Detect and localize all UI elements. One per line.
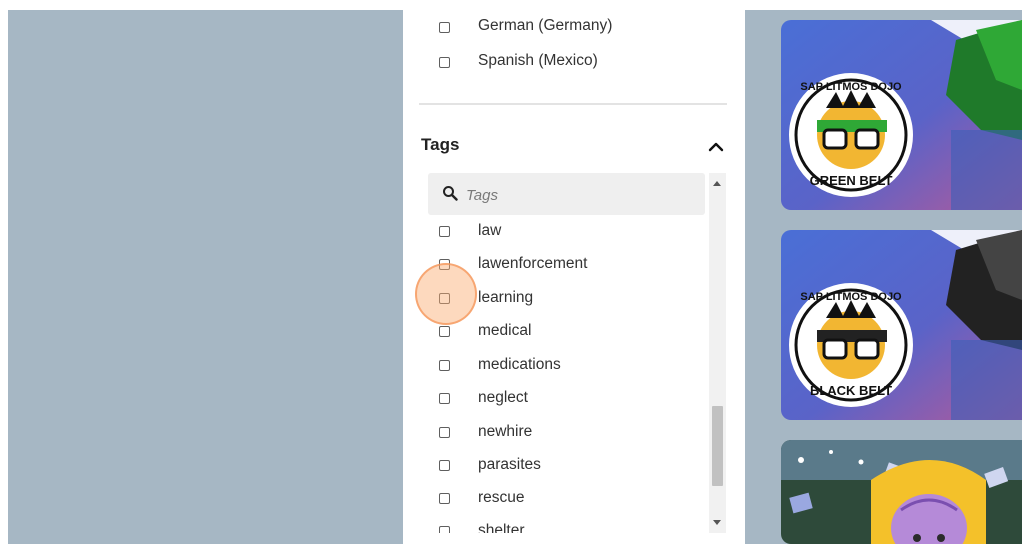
badge-top-text: SAP LITMOS DOJO: [800, 291, 902, 303]
tag-item-newhire[interactable]: newhire: [428, 420, 698, 446]
green-belt-thumbnail: SAP LITMOS DOJO GREEN BELT: [781, 20, 1022, 210]
tags-search-input[interactable]: [464, 183, 698, 207]
badge-bottom-text: BLACK BELT: [810, 383, 892, 398]
tag-item-neglect[interactable]: neglect: [428, 386, 698, 412]
tag-label: shelter: [478, 522, 525, 533]
checkbox-shelter[interactable]: [439, 526, 450, 533]
checkbox-neglect[interactable]: [439, 393, 450, 404]
tags-list: law lawenforcement learning medical medi…: [428, 173, 726, 533]
tags-search-box[interactable]: [428, 173, 705, 215]
tags-section-title: Tags: [421, 135, 460, 154]
checkbox-german[interactable]: [439, 22, 450, 33]
search-icon: [443, 186, 458, 201]
tag-item-medical[interactable]: medical: [428, 319, 698, 345]
tag-label: parasites: [478, 456, 541, 473]
language-label-german: German (Germany): [478, 17, 613, 34]
tag-label: medical: [478, 322, 532, 339]
filter-panel: German (Germany) Spanish (Mexico) Tags l…: [403, 10, 745, 544]
badge-bottom-text: GREEN BELT: [810, 173, 893, 188]
checkbox-medications[interactable]: [439, 360, 450, 371]
tags-scrollbar[interactable]: [709, 173, 726, 533]
tag-item-shelter[interactable]: shelter: [428, 519, 698, 533]
checkbox-spanish[interactable]: [439, 57, 450, 68]
tag-item-learning[interactable]: learning: [428, 286, 698, 312]
background-left: [8, 10, 403, 544]
checkbox-learning[interactable]: [439, 293, 450, 304]
black-belt-thumbnail: SAP LITMOS DOJO BLACK BELT: [781, 230, 1022, 420]
course-thumbnail: [781, 440, 1022, 544]
course-card-black-belt[interactable]: SAP LITMOS DOJO BLACK BELT: [781, 230, 1022, 420]
tag-item-parasites[interactable]: parasites: [428, 453, 698, 479]
tag-item-rescue[interactable]: rescue: [428, 486, 698, 512]
tag-label: rescue: [478, 489, 525, 506]
checkbox-rescue[interactable]: [439, 493, 450, 504]
language-label-spanish: Spanish (Mexico): [478, 52, 598, 69]
tag-item-lawenforcement[interactable]: lawenforcement: [428, 252, 698, 278]
checkbox-lawenforcement[interactable]: [439, 259, 450, 270]
tag-item-law[interactable]: law: [428, 219, 698, 245]
scrollbar-thumb[interactable]: [712, 406, 723, 486]
course-card-third[interactable]: [781, 440, 1022, 544]
tag-label: learning: [478, 289, 534, 306]
chevron-up-icon[interactable]: [707, 138, 725, 156]
badge-top-text: SAP LITMOS DOJO: [800, 81, 902, 93]
checkbox-law[interactable]: [439, 226, 450, 237]
tag-item-medications[interactable]: medications: [428, 353, 698, 379]
scroll-down-arrow-icon[interactable]: [713, 520, 721, 525]
tag-label: law: [478, 222, 502, 239]
checkbox-medical[interactable]: [439, 326, 450, 337]
tag-label: neglect: [478, 389, 528, 406]
tag-label: newhire: [478, 423, 533, 440]
scroll-up-arrow-icon[interactable]: [713, 181, 721, 186]
tag-label: medications: [478, 356, 561, 373]
tag-label: lawenforcement: [478, 255, 588, 272]
course-card-green-belt[interactable]: SAP LITMOS DOJO GREEN BELT: [781, 20, 1022, 210]
checkbox-newhire[interactable]: [439, 427, 450, 438]
checkbox-parasites[interactable]: [439, 460, 450, 471]
section-divider: [419, 103, 727, 105]
